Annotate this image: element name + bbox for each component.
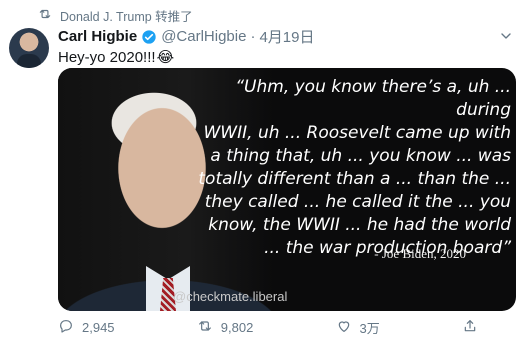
reply-icon	[58, 318, 74, 337]
display-name[interactable]: Carl Higbie	[58, 28, 137, 45]
share-button[interactable]	[462, 318, 478, 337]
tweet-date[interactable]: 4月19日	[259, 26, 314, 47]
quote-line: WWII, uh ... Roosevelt came up with	[203, 123, 512, 143]
avatar[interactable]	[9, 28, 49, 68]
tweet-emoji: 😂	[156, 49, 175, 66]
reply-button[interactable]: 2,945	[58, 318, 115, 337]
tweet-actions: 2,945 9,802 3万	[58, 318, 478, 337]
quote-line: know, the WWII ... he had the world	[208, 215, 511, 235]
heart-icon	[336, 318, 352, 337]
quote-line: totally different than a ... than the ..…	[198, 169, 511, 189]
quote-line: “Uhm, you know there’s a, uh ... during	[235, 77, 511, 120]
share-icon	[462, 318, 478, 337]
retweet-icon	[197, 318, 213, 337]
quote-line: they called ... he called it the ... you	[204, 192, 511, 212]
retweet-context: Donald J. Trump 转推了	[38, 6, 193, 25]
quote-line: a thing that, uh ... you know ... was	[210, 146, 511, 166]
chevron-down-icon[interactable]	[498, 28, 514, 44]
like-count: 3万	[359, 321, 380, 336]
separator-dot: ·	[250, 28, 256, 45]
verified-badge-icon	[141, 29, 157, 45]
handle[interactable]: @CarlHigbie	[161, 28, 246, 45]
tweet-text-body: Hey-yo 2020!!!	[58, 49, 156, 66]
reply-count: 2,945	[82, 320, 115, 335]
retweet-icon	[38, 7, 52, 24]
retweet-context-label[interactable]: Donald J. Trump 转推了	[60, 6, 193, 25]
retweet-count: 9,802	[220, 320, 254, 335]
quote-attribution: - Joe Biden, 2020	[374, 246, 466, 261]
image-watermark: @checkmate.liberal	[173, 289, 288, 304]
tweet-media-image[interactable]: “Uhm, you know there’s a, uh ... during …	[58, 68, 516, 311]
quote-text: “Uhm, you know there’s a, uh ... during …	[186, 76, 511, 260]
tweet-header: Carl Higbie @CarlHigbie · 4月19日	[58, 26, 314, 47]
tweet-text: Hey-yo 2020!!!😂	[58, 48, 174, 66]
like-button[interactable]: 3万	[336, 318, 380, 337]
retweet-button[interactable]: 9,802	[197, 318, 254, 337]
